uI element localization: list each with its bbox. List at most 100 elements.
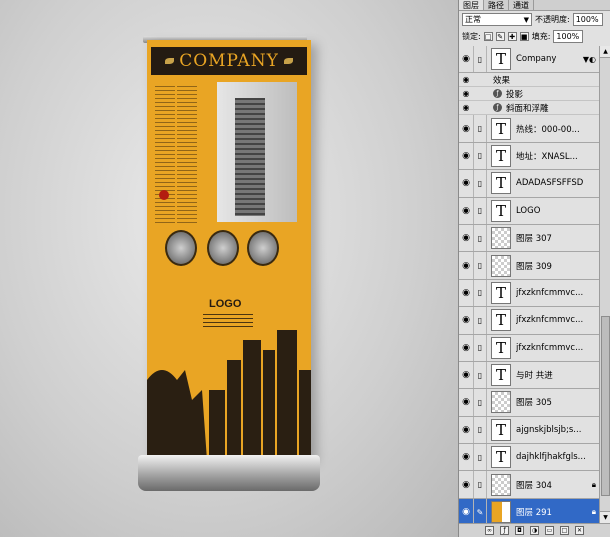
eye-icon[interactable]: ◉ — [459, 452, 473, 462]
layer-row[interactable]: ◉ ▯ Tjfxzknfcmmvc... — [459, 334, 599, 362]
tab-layers[interactable]: 图层 — [459, 0, 484, 10]
eye-icon[interactable]: ◉ — [459, 54, 473, 64]
link-icon[interactable]: ▯ — [473, 115, 487, 142]
lock-icon: 🔒︎ — [591, 479, 596, 489]
layer-row[interactable]: ◉ ▯ 图层 305 — [459, 389, 599, 417]
circle-photo — [207, 230, 239, 266]
brush-icon[interactable]: ✎ — [473, 498, 487, 523]
layer-name: Company — [516, 54, 557, 65]
fx-badge-icon: ƒ — [493, 103, 502, 113]
layer-name: jfxzknfcmmvc... — [516, 342, 584, 353]
eye-icon[interactable]: ◉ — [459, 233, 473, 243]
tab-channels[interactable]: 通道 — [509, 0, 534, 10]
blend-opacity-row: 正常 ▼ 不透明度: 100% — [459, 11, 610, 28]
effect-bevel-emboss: 斜面和浮雕 — [506, 103, 549, 114]
blend-mode-select[interactable]: 正常 ▼ — [462, 13, 532, 26]
scrollbar-thumb[interactable] — [601, 316, 610, 496]
link-layers-icon[interactable]: ∞ — [485, 526, 494, 535]
lock-label: 锁定: — [462, 32, 481, 41]
opacity-label: 不透明度: — [535, 15, 570, 24]
lock-transparent-pixels-icon[interactable]: □ — [483, 32, 493, 41]
lock-all-icon[interactable]: ■ — [519, 32, 529, 41]
link-icon[interactable]: ▯ — [473, 416, 487, 444]
link-icon[interactable]: ▯ — [473, 170, 487, 197]
fill-label: 填充: — [531, 32, 551, 41]
new-group-icon[interactable]: ▭ — [545, 526, 554, 535]
new-layer-icon[interactable]: □ — [560, 526, 569, 535]
scroll-up-icon[interactable]: ▲ — [600, 46, 610, 58]
layer-row[interactable]: ◉ ▯ Tjfxzknfcmmvc... — [459, 279, 599, 308]
layer-row[interactable]: ◉ ▯ T ADADASFSFFSD — [459, 170, 599, 198]
effect-item[interactable]: ◉ ƒ 斜面和浮雕 — [459, 101, 599, 116]
eye-icon[interactable]: ◉ — [459, 151, 473, 161]
effect-name: ƒ 投影 — [493, 88, 523, 100]
link-icon[interactable]: ▯ — [473, 197, 487, 224]
text-layer-thumbnail: T — [491, 309, 511, 332]
eye-icon[interactable]: ◉ — [459, 288, 473, 298]
text-layer-thumbnail: T — [491, 336, 511, 359]
eye-icon[interactable]: ◉ — [459, 89, 473, 98]
eye-icon[interactable]: ◉ — [459, 480, 473, 490]
layer-row[interactable]: ◉ ▯ Tdajhklfjhakfgls... — [459, 444, 599, 472]
text-layer-thumbnail: T — [491, 48, 511, 71]
fill-input[interactable]: 100% — [553, 30, 584, 43]
layer-style-icon[interactable]: ƒ — [500, 526, 509, 535]
link-icon[interactable]: ▯ — [473, 389, 487, 416]
link-icon[interactable]: ▯ — [473, 307, 487, 334]
scroll-down-icon[interactable]: ▼ — [600, 511, 610, 523]
text-layer-thumbnail: T — [491, 172, 511, 195]
layers-scrollbar[interactable]: ▲ ▼ — [599, 46, 610, 523]
link-icon[interactable]: ▯ — [473, 334, 487, 361]
layer-row-selected[interactable]: ◉ ✎ 图层 291 🔒︎ — [459, 498, 599, 523]
eye-icon[interactable]: ◉ — [459, 206, 473, 216]
link-icon[interactable]: ▯ — [473, 279, 487, 307]
layer-row[interactable]: ◉ ▯ Tajgnskjblsjb;s... — [459, 416, 599, 445]
document-canvas[interactable]: COMPANY LOGO — [0, 0, 458, 537]
tower-shape — [235, 98, 265, 216]
eye-icon[interactable]: ◉ — [459, 261, 473, 271]
layer-name: dajhklfjhakfgls... — [516, 452, 586, 463]
eye-icon[interactable]: ◉ — [459, 343, 473, 353]
layer-name: 图层 307 — [516, 234, 552, 245]
layer-row[interactable]: ◉ ▯ T 地址：XNASL... — [459, 142, 599, 171]
opacity-input[interactable]: 100% — [572, 13, 603, 26]
layer-name: jfxzknfcmmvc... — [516, 315, 584, 326]
brush-link-icon[interactable]: ▯ — [473, 46, 487, 73]
lock-position-icon[interactable]: ✚ — [507, 32, 517, 41]
eye-icon[interactable]: ◉ — [459, 507, 473, 517]
layer-name: 图层 304 — [516, 480, 552, 491]
eye-icon[interactable]: ◉ — [459, 315, 473, 325]
layer-row[interactable]: ◉ ▯ Tjfxzknfcmmvc... — [459, 307, 599, 335]
circle-photo — [247, 230, 279, 266]
eye-icon[interactable]: ◉ — [459, 425, 473, 435]
layer-row[interactable]: ◉ ▯ 图层 309 — [459, 252, 599, 280]
delete-layer-icon[interactable]: ✕ — [575, 526, 584, 535]
link-icon[interactable]: ▯ — [473, 142, 487, 170]
layer-row[interactable]: ◉ ▯ T 与时 共进 — [459, 361, 599, 390]
layer-name: ajgnskjblsjb;s... — [516, 424, 582, 435]
layer-row[interactable]: ◉ ▯ T Company ▼◐ — [459, 46, 599, 74]
lock-image-pixels-icon[interactable]: ✎ — [495, 32, 505, 41]
layer-row[interactable]: ◉ ▯ T LOGO — [459, 197, 599, 225]
tab-paths[interactable]: 路径 — [484, 0, 509, 10]
eye-icon[interactable]: ◉ — [459, 103, 473, 112]
effect-item[interactable]: ◉ ƒ 投影 — [459, 87, 599, 102]
eye-icon[interactable]: ◉ — [459, 370, 473, 380]
eye-icon[interactable]: ◉ — [459, 178, 473, 188]
layer-row[interactable]: ◉ ▯ T 热线：000-00... — [459, 115, 599, 143]
eye-icon[interactable]: ◉ — [459, 397, 473, 407]
link-icon[interactable]: ▯ — [473, 224, 487, 252]
adjustment-layer-icon[interactable]: ◑ — [530, 526, 539, 535]
layer-row[interactable]: ◉ ▯ 图层 307 — [459, 224, 599, 253]
eye-icon[interactable]: ◉ — [459, 75, 473, 84]
link-icon[interactable]: ▯ — [473, 444, 487, 471]
text-layer-thumbnail: T — [491, 117, 511, 140]
eye-icon[interactable]: ◉ — [459, 124, 473, 134]
text-layer-thumbnail: T — [491, 418, 511, 441]
fx-icon[interactable]: ▼◐ — [583, 55, 596, 64]
layer-row[interactable]: ◉ ▯ 图层 304 🔒︎ — [459, 471, 599, 499]
link-icon[interactable]: ▯ — [473, 361, 487, 389]
link-icon[interactable]: ▯ — [473, 471, 487, 498]
link-icon[interactable]: ▯ — [473, 252, 487, 279]
add-mask-icon[interactable]: ◘ — [515, 526, 524, 535]
